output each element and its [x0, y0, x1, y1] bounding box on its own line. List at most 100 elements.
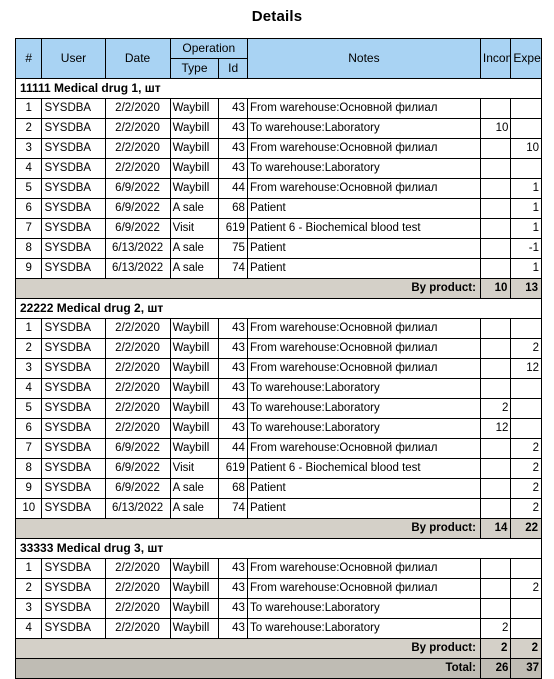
- cell-operation-id: 44: [218, 438, 248, 459]
- cell-num: 3: [14, 598, 43, 619]
- table-row[interactable]: 4 SYSDBA 2/2/2020 Waybill 43 To warehouse:Lab…: [14, 618, 542, 639]
- cell-date: 2/2/2020: [104, 398, 171, 419]
- table-row[interactable]: 3 SYSDBA 2/2/2020 Waybill 43 To warehouse:Lab…: [14, 598, 542, 619]
- cell-user: SYSDBA: [41, 158, 106, 179]
- cell-operation-type: Waybill: [169, 418, 220, 439]
- cell-operation-id: 43: [218, 118, 248, 139]
- table-row[interactable]: 2 SYSDBA 2/2/2020 Waybill 43 From warehouse:О…: [14, 338, 542, 359]
- table-row[interactable]: 1 SYSDBA 2/2/2020 Waybill 43 From warehouse:О…: [14, 98, 542, 119]
- cell-operation-type: Waybill: [169, 618, 220, 639]
- cell-expenses: [510, 118, 542, 139]
- cell-operation-id: 43: [218, 98, 248, 119]
- cell-operation-id: 43: [218, 318, 248, 339]
- cell-income: [479, 458, 512, 479]
- cell-num: 7: [14, 218, 43, 239]
- table-row[interactable]: 5 SYSDBA 6/9/2022 Waybill 44 From warehouse:О…: [14, 178, 542, 199]
- group-header-row: 11111 Medical drug 1, шт: [15, 78, 542, 99]
- cell-expenses: 12: [510, 358, 542, 379]
- table-row[interactable]: 3 SYSDBA 2/2/2020 Waybill 43 From warehouse:О…: [14, 358, 542, 379]
- column-header-num: #: [14, 38, 43, 79]
- cell-operation-type: Visit: [169, 218, 220, 239]
- cell-operation-type: Visit: [169, 458, 220, 479]
- report-page: Details # User Date Operation Notes Inco…: [0, 0, 554, 679]
- cell-user: SYSDBA: [41, 558, 106, 579]
- cell-date: 6/13/2022: [104, 258, 171, 279]
- cell-operation-id: 619: [218, 218, 248, 239]
- group-header-row: 33333 Medical drug 3, шт: [15, 538, 542, 559]
- cell-num: 1: [14, 318, 43, 339]
- cell-notes: To warehouse:Laboratory: [246, 378, 481, 399]
- cell-expenses: [510, 98, 542, 119]
- column-header-notes: Notes: [246, 38, 481, 79]
- cell-operation-type: Waybill: [169, 138, 220, 159]
- cell-user: SYSDBA: [41, 618, 106, 639]
- group-header-row: 22222 Medical drug 2, шт: [15, 298, 542, 319]
- cell-operation-id: 43: [218, 138, 248, 159]
- table-row[interactable]: 1 SYSDBA 2/2/2020 Waybill 43 From warehouse:О…: [14, 558, 542, 579]
- cell-income: [479, 578, 512, 599]
- table-row[interactable]: 6 SYSDBA 2/2/2020 Waybill 43 To warehouse:Lab…: [14, 418, 542, 439]
- cell-num: 7: [14, 438, 43, 459]
- table-row[interactable]: 4 SYSDBA 2/2/2020 Waybill 43 To warehouse:Lab…: [14, 158, 542, 179]
- details-report: # User Date Operation Notes Income Expen…: [14, 38, 542, 679]
- table-row[interactable]: 8 SYSDBA 6/13/2022 A sale 75 Patient -1: [14, 238, 542, 259]
- table-row[interactable]: 10 SYSDBA 6/13/2022 A sale 74 Patient 2: [14, 498, 542, 519]
- cell-user: SYSDBA: [41, 378, 106, 399]
- page-title: Details: [251, 8, 303, 25]
- cell-user: SYSDBA: [41, 98, 106, 119]
- group-summary-expenses: 2: [510, 638, 542, 659]
- table-row[interactable]: 6 SYSDBA 6/9/2022 A sale 68 Patient 1: [14, 198, 542, 219]
- table-row[interactable]: 5 SYSDBA 2/2/2020 Waybill 43 To warehouse:Lab…: [14, 398, 542, 419]
- cell-user: SYSDBA: [41, 458, 106, 479]
- table-row[interactable]: 7 SYSDBA 6/9/2022 Waybill 44 From warehouse:О…: [14, 438, 542, 459]
- cell-income: [479, 318, 512, 339]
- cell-date: 2/2/2020: [104, 118, 171, 139]
- cell-operation-id: 74: [218, 498, 248, 519]
- cell-operation-id: 43: [218, 418, 248, 439]
- cell-expenses: 2: [510, 498, 542, 519]
- cell-operation-id: 68: [218, 478, 248, 499]
- cell-expenses: 1: [510, 198, 542, 219]
- cell-operation-id: 43: [218, 578, 248, 599]
- cell-notes: From warehouse:Основной филиал: [246, 138, 481, 159]
- cell-date: 2/2/2020: [104, 598, 171, 619]
- table-row[interactable]: 9 SYSDBA 6/9/2022 A sale 68 Patient 2: [14, 478, 542, 499]
- cell-user: SYSDBA: [41, 118, 106, 139]
- cell-notes: Patient: [246, 238, 481, 259]
- cell-operation-type: A sale: [169, 478, 220, 499]
- cell-date: 2/2/2020: [104, 98, 171, 119]
- table-row[interactable]: 7 SYSDBA 6/9/2022 Visit 619 Patient 6 - Bioch…: [14, 218, 542, 239]
- group-heading: 22222 Medical drug 2, шт: [15, 298, 542, 319]
- cell-num: 9: [14, 478, 43, 499]
- cell-num: 3: [14, 358, 43, 379]
- group-summary-income: 10: [479, 278, 512, 299]
- cell-num: 6: [14, 198, 43, 219]
- table-row[interactable]: 2 SYSDBA 2/2/2020 Waybill 43 From warehouse:О…: [14, 578, 542, 599]
- cell-user: SYSDBA: [41, 438, 106, 459]
- cell-num: 8: [14, 238, 43, 259]
- cell-operation-type: Waybill: [169, 318, 220, 339]
- cell-notes: From warehouse:Основной филиал: [246, 438, 481, 459]
- table-row[interactable]: 3 SYSDBA 2/2/2020 Waybill 43 From warehouse:О…: [14, 138, 542, 159]
- table-row[interactable]: 1 SYSDBA 2/2/2020 Waybill 43 From warehouse:О…: [14, 318, 542, 339]
- cell-user: SYSDBA: [41, 598, 106, 619]
- table-row[interactable]: 8 SYSDBA 6/9/2022 Visit 619 Patient 6 - Bioch…: [14, 458, 542, 479]
- column-header-expenses: Expenses: [510, 38, 542, 79]
- cell-date: 2/2/2020: [104, 338, 171, 359]
- cell-income: 2: [479, 618, 512, 639]
- cell-notes: Patient: [246, 498, 481, 519]
- cell-expenses: [510, 598, 542, 619]
- table-row[interactable]: 2 SYSDBA 2/2/2020 Waybill 43 To warehouse:Lab…: [14, 118, 542, 139]
- group-summary-label: By product:: [15, 278, 481, 299]
- cell-operation-id: 44: [218, 178, 248, 199]
- cell-date: 2/2/2020: [104, 378, 171, 399]
- cell-income: [479, 258, 512, 279]
- table-row[interactable]: 4 SYSDBA 2/2/2020 Waybill 43 To warehouse:Lab…: [14, 378, 542, 399]
- group-heading: 33333 Medical drug 3, шт: [15, 538, 542, 559]
- grand-total-row: Total: 26 37: [15, 658, 542, 679]
- table-row[interactable]: 9 SYSDBA 6/13/2022 A sale 74 Patient 1: [14, 258, 542, 279]
- cell-income: [479, 178, 512, 199]
- cell-expenses: 2: [510, 338, 542, 359]
- cell-user: SYSDBA: [41, 198, 106, 219]
- cell-num: 5: [14, 398, 43, 419]
